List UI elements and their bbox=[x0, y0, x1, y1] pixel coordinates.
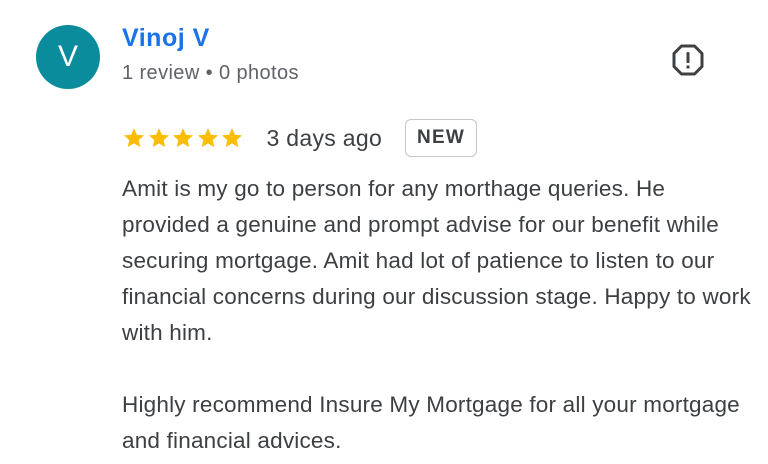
author-name[interactable]: Vinoj V bbox=[122, 24, 210, 53]
review-date: 3 days ago bbox=[266, 124, 383, 151]
star-rating bbox=[122, 126, 245, 150]
review-paragraph: Highly recommend Insure My Mortgage for … bbox=[122, 392, 740, 453]
star-icon bbox=[148, 128, 169, 148]
star-icon bbox=[222, 128, 242, 148]
star-icon bbox=[197, 128, 218, 148]
review-text: Amit is my go to person for any morthage… bbox=[122, 171, 752, 459]
avatar[interactable]: V bbox=[36, 25, 100, 89]
author-meta: 1 review • 0 photos bbox=[122, 62, 299, 84]
star-icon bbox=[173, 128, 193, 148]
review-card: V Vinoj V 1 review • 0 photos 3 days ago… bbox=[0, 0, 768, 464]
new-badge: NEW bbox=[405, 119, 477, 157]
report-icon[interactable] bbox=[671, 43, 705, 77]
rating-row: 3 days ago NEW bbox=[122, 116, 477, 160]
star-icon bbox=[124, 128, 144, 148]
review-paragraph: Amit is my go to person for any morthage… bbox=[122, 176, 751, 345]
